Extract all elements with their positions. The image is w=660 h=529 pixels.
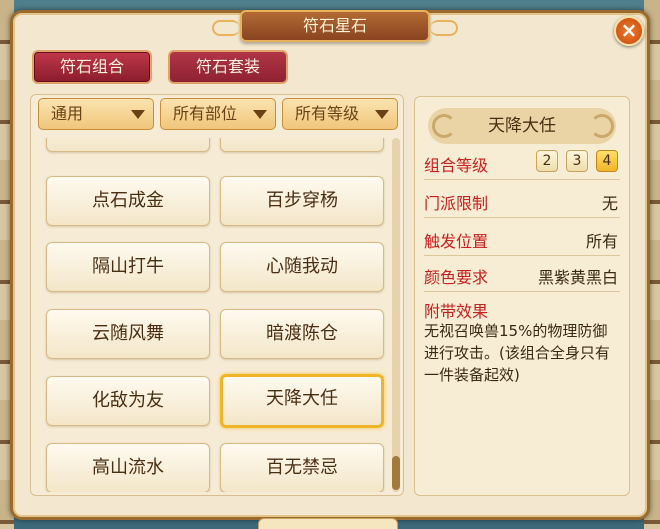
combo-list[interactable]: 点石成金 百步穿杨 隔山打牛 心随我动 云随风舞 暗渡陈仓 化敌为友 天降大任 … xyxy=(36,138,392,492)
cloud-ornament-icon xyxy=(590,114,614,138)
detail-row-trigger: 触发位置 所有 xyxy=(424,220,620,256)
level-option-4[interactable]: 4 xyxy=(596,150,618,172)
cloud-ornament-icon xyxy=(432,114,456,138)
slot-filter-dropdown[interactable]: 所有部位 xyxy=(160,98,276,130)
tab-rune-combo[interactable]: 符石组合 xyxy=(32,50,152,84)
detail-title: 天降大任 xyxy=(428,108,616,144)
color-value: 黑紫黄黑白 xyxy=(537,268,618,287)
chevron-down-icon xyxy=(131,110,145,119)
tab-rune-set[interactable]: 符石套装 xyxy=(168,50,288,84)
combo-item[interactable]: 高山流水 xyxy=(46,443,210,492)
type-filter-label: 通用 xyxy=(51,104,84,123)
slot-filter-label: 所有部位 xyxy=(173,104,238,123)
type-filter-dropdown[interactable]: 通用 xyxy=(38,98,154,130)
combo-item[interactable]: 云随风舞 xyxy=(46,309,210,359)
chevron-down-icon xyxy=(253,110,267,119)
school-label: 门派限制 xyxy=(424,194,489,213)
detail-row-color: 颜色要求 黑紫黄黑白 xyxy=(424,256,620,292)
school-value: 无 xyxy=(601,194,618,213)
effect-text: 无视召唤兽15%的物理防御进行攻击。(该组合全身只有一件装备起效) xyxy=(424,322,610,384)
level-option-2[interactable]: 2 xyxy=(536,150,558,172)
level-option-3[interactable]: 3 xyxy=(566,150,588,172)
combo-item[interactable]: 暗渡陈仓 xyxy=(220,309,384,359)
combo-item-partial[interactable] xyxy=(220,138,384,152)
combo-item-partial[interactable] xyxy=(46,138,210,152)
color-label: 颜色要求 xyxy=(424,268,489,287)
scrollbar-thumb[interactable] xyxy=(392,456,400,490)
trigger-label: 触发位置 xyxy=(424,232,489,251)
level-label: 组合等级 xyxy=(424,156,489,175)
combo-item[interactable]: 隔山打牛 xyxy=(46,242,210,292)
chevron-down-icon xyxy=(375,110,389,119)
window-title: 符石星石 xyxy=(212,10,458,42)
combo-item-selected[interactable]: 天降大任 xyxy=(220,374,384,428)
detail-row-school: 门派限制 无 xyxy=(424,182,620,218)
effect-label: 附带效果 xyxy=(424,302,489,321)
combo-item[interactable]: 心随我动 xyxy=(220,242,384,292)
bottom-handle xyxy=(258,518,398,529)
combo-item[interactable]: 化敌为友 xyxy=(46,376,210,426)
combo-item[interactable]: 百步穿杨 xyxy=(220,176,384,226)
trigger-value: 所有 xyxy=(585,232,618,251)
detail-row-level: 组合等级 2 3 4 xyxy=(424,144,620,180)
level-filter-label: 所有等级 xyxy=(295,104,360,123)
close-button[interactable]: × xyxy=(614,16,644,46)
list-scrollbar[interactable] xyxy=(392,138,400,492)
level-filter-dropdown[interactable]: 所有等级 xyxy=(282,98,398,130)
combo-item[interactable]: 点石成金 xyxy=(46,176,210,226)
combo-item[interactable]: 百无禁忌 xyxy=(220,443,384,492)
